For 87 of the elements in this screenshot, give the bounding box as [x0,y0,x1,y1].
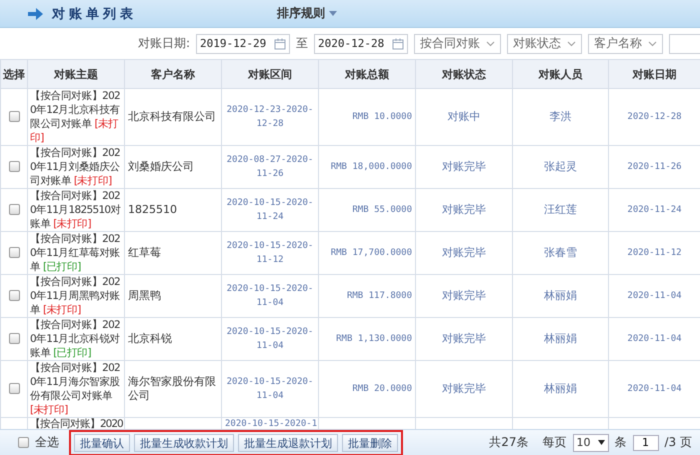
calendar-icon[interactable] [274,38,286,50]
table-cell: RMB 17,700.0000 [318,232,416,274]
batch-button[interactable]: 批量删除 [342,434,398,452]
table-cell: 2020-10-15-2020-11-12 [222,232,318,274]
table-cell: 刘桑婚庆公司 [124,146,222,188]
table-cell: 红草莓 [124,232,222,274]
date-label: 对账日期: [138,35,190,52]
table-cell: 对账完毕 [416,360,512,418]
column-header: 对账主题 [28,60,124,88]
filter-select[interactable]: 客户名称 [588,34,663,54]
column-header: 客户名称 [124,60,222,88]
table-cell: 北京科锐 [124,318,222,360]
filter-select[interactable]: 按合同对账 [414,34,501,54]
table-cell: 对账完毕 [416,318,512,360]
checkbox[interactable] [8,247,20,258]
chevron-down-icon [486,40,495,46]
table-cell: 【按合同对账】2020年11月刘桑婚庆公司对账单 [未打印] [28,146,124,188]
table-cell: 李洪 [512,88,608,146]
table-cell: 周黑鸭 [124,274,222,318]
table-cell: 对账完毕 [416,274,512,318]
table-cell: 张起灵 [512,146,608,188]
table-cell: 【按合同对账】2020年12月北京科技有限公司对账单 [未打印] [28,88,124,146]
table-cell: 2020-12-23-2020-12-28 [222,88,318,146]
table-cell: 林丽娟 [512,274,608,318]
checkbox[interactable] [8,111,20,122]
column-header: 对账总额 [318,60,416,88]
column-header: 选择 [0,60,28,88]
checkbox[interactable] [18,437,29,448]
range-separator: 至 [296,35,308,52]
table-cell: 对账完毕 [416,188,512,232]
batch-button[interactable]: 批量生成收款计划 [134,434,234,452]
table-cell: 北京科技有限公司 [124,88,222,146]
total-count: 共27条 [489,434,528,451]
table-cell: 2020-10-15-2020-11-04 [222,360,318,418]
date-field[interactable]: 2019-12-29 [196,34,290,54]
table-cell: 【按合同对账】2020年11月周黑鸭对账单 [未打印] [28,274,124,318]
arrow-right-icon [28,8,44,20]
table-cell: 林丽娟 [512,318,608,360]
caret-icon [329,11,337,16]
table-cell: 林丽娟 [512,360,608,418]
table-cell: 对账中 [416,88,512,146]
table-cell: 2020-10-15-2020-11-04 [222,274,318,318]
per-page-label: 每页 [542,434,566,451]
page-title: 对账单列表 [52,6,137,22]
column-header: 对账区间 [222,60,318,88]
sort-menu[interactable]: 排序规则 [263,1,351,26]
search-field[interactable] [669,34,700,54]
table-cell: 海尔智家股份有限公司 [124,360,222,418]
table-cell: 【按合同对账】2020年11月海尔智家股份有限公司对账单 [未打印] [28,360,124,418]
table-cell: 张春雪 [512,232,608,274]
table-cell: RMB 10.0000 [318,88,416,146]
table-cell: 2020-10-15-2020-11-04 [222,318,318,360]
table-cell: 【按合同对账】2020年11月红草莓对账单 [已打印] [28,232,124,274]
table-cell: 2020-08-27-2020-11-26 [222,146,318,188]
table-cell: 【按合同对账】2020年11月1825510对账单 [未打印] [28,188,124,232]
batch-button[interactable]: 批量确认 [74,434,130,452]
per-page-select[interactable]: 10 [572,434,608,452]
table-cell: 汪红莲 [512,188,608,232]
per-page-unit: 条 [614,434,626,451]
table-cell: RMB 55.0000 [318,188,416,232]
table-cell: 对账完毕 [416,232,512,274]
calendar-icon[interactable] [392,38,404,50]
table-cell: RMB 1,130.0000 [318,318,416,360]
column-header: 对账人员 [512,60,608,88]
checkbox[interactable] [8,383,20,394]
table-cell: RMB 20.0000 [318,360,416,418]
checkbox[interactable] [8,204,20,216]
chevron-down-icon [567,40,576,46]
table-cell: 1825510 [124,188,222,232]
select-all-label[interactable]: 全选 [35,434,59,451]
table-cell: 【按合同对账】2020年11月北京科锐对账单 [已打印] [28,318,124,360]
table-cell: RMB 117.8000 [318,274,416,318]
column-header: 对账日期 [608,60,700,88]
checkbox[interactable] [8,290,20,302]
table-cell: RMB 18,000.0000 [318,146,416,188]
table-cell: 对账完毕 [416,146,512,188]
date-field[interactable]: 2020-12-28 [314,34,408,54]
column-header: 对账状态 [416,60,512,88]
page-total: /3 页 [664,434,692,451]
table-cell: 2020-10-15-2020-11-24 [222,188,318,232]
batch-button[interactable]: 批量生成退款计划 [238,434,338,452]
checkbox[interactable] [8,161,20,172]
chevron-down-icon [648,40,657,46]
checkbox[interactable] [8,333,20,344]
page-input[interactable]: 1 [632,434,658,450]
filter-select[interactable]: 对账状态 [507,34,582,54]
caret-icon [598,440,604,445]
